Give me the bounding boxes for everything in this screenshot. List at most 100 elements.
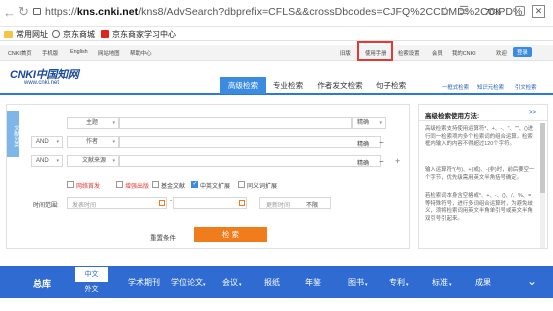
bookmarks-bar: 常用网址 京东商城 京东商家学习中心 [0,27,553,41]
publish-end-date[interactable] [173,197,247,209]
update-time-value: 不限 [306,203,319,209]
bookmark-common-sites[interactable]: 常用网址 [16,29,48,40]
search-input-1[interactable] [119,117,352,129]
category-tab-label: 文献分类 [13,125,19,147]
back-arrow-icon[interactable]: ← [3,5,16,20]
logic-select-2[interactable]: AND ▾ [31,136,63,148]
reload-icon[interactable]: ↻ [18,4,29,20]
add-row-icon[interactable]: + [395,156,400,166]
remove-row-icon[interactable]: − [379,157,384,166]
match-select-2[interactable]: 精确 [357,139,369,148]
match-select-1[interactable]: 精确 ▾ [352,117,386,129]
band-standards[interactable]: 标准 [432,277,448,288]
checkbox-label: 增强出版 [125,184,150,190]
tab-professional-search[interactable]: 专业检索 [268,77,308,94]
expand-chevron-icon[interactable]: ⌄ [527,274,537,288]
help-paragraph-1: 高级检索支持使用运算符*、+、-、''、""、()进行同一检索项内多个检索词的组… [425,126,534,147]
search-button-label: 检 索 [221,230,240,239]
band-yearbooks[interactable]: 年鉴 [305,277,321,288]
tab-sentence-search[interactable]: 句子检索 [370,77,412,94]
tab-advanced-search[interactable]: 高级检索 [220,77,266,94]
jd-logo-icon [101,30,109,38]
field-select-3[interactable]: 文献来源 ▾ [67,155,119,167]
tab-author-search[interactable]: 作者发文检索 [311,77,369,94]
publish-start-date[interactable]: 发表时间 [67,197,167,209]
start-date-placeholder: 发表时间 [72,203,97,209]
chevron-down-icon: ▾ [406,282,409,288]
help-paragraph-3: 若检索词本身含空格或*、+、-、()、/、%、=等特殊符号，进行多词组合运算时，… [425,193,533,222]
search-input-3[interactable] [119,155,381,167]
calendar-icon[interactable] [159,200,165,206]
chevron-down-icon: ▾ [379,120,382,126]
band-books[interactable]: 图书 [348,277,364,288]
star-icon[interactable]: ☆ [440,4,451,18]
reader-icon[interactable]: ☰ [459,4,469,17]
checkbox-online-first[interactable] [67,181,74,188]
nav-sitemap[interactable]: 网站地图 [98,49,120,57]
database-band: 总库 中文 外文 学术期刊 学位论文 ▾ 会议 ▾ 报纸 年鉴 图书 ▾ 专利 … [0,266,553,298]
field-select-1[interactable]: 主题 ▾ [67,117,119,129]
chevron-down-icon: ▾ [203,282,206,288]
search-button[interactable]: 检 索 [194,227,267,242]
lock-icon [33,8,41,15]
nav-search-settings[interactable]: 检索设置 [398,49,420,57]
url-prefix: https:// [45,6,77,18]
search-input-2[interactable] [119,136,381,148]
lang-foreign[interactable]: 外文 [75,282,108,297]
link-knowledge-search[interactable]: 知识元检索 [477,83,504,91]
match-select-label: 精确 [357,120,370,126]
close-icon[interactable]: ✕ [532,5,545,18]
nav-welcome: 欢迎 [496,51,507,57]
zoom-level[interactable]: 70% [485,8,501,17]
band-total-library[interactable]: 总库 [33,277,51,290]
checkbox-enhanced-publish[interactable] [116,181,123,188]
nav-mobile[interactable]: 手机版 [42,49,58,57]
update-time-select[interactable]: 更新时间 不限 [259,197,331,209]
folder-icon [4,31,13,38]
chevron-down-icon: ▾ [112,139,115,145]
category-sidebar-tab[interactable]: 文献分类 [7,111,19,157]
nav-my-cnki[interactable]: 我的CNKI [452,49,476,57]
help-more-link[interactable]: >> [529,110,536,116]
band-conferences[interactable]: 会议 [222,277,238,288]
help-scrollbar-thumb[interactable] [540,123,545,193]
chevron-down-icon: ▾ [365,282,368,288]
lang-chinese[interactable]: 中文 [75,267,108,282]
nav-member[interactable]: 会员 [432,49,443,57]
time-range-label: 时间范围: [33,203,59,209]
field-select-2[interactable]: 作者 ▾ [67,136,119,148]
band-achievements[interactable]: 成果 [475,277,491,288]
calendar-icon[interactable] [239,200,245,206]
band-newspapers[interactable]: 报纸 [264,277,280,288]
link-citation-search[interactable]: 引文检索 [515,83,537,91]
checkbox-synonym-expand[interactable] [238,181,245,188]
address-url[interactable]: https://kns.cnki.net/kns8/AdvSearch?dbpr… [45,6,522,18]
chevron-down-icon: ▾ [449,282,452,288]
nav-help-center[interactable]: 帮助中心 [130,49,152,57]
extension-icon[interactable] [515,6,525,16]
band-dissertations[interactable]: 学位论文 [171,277,203,288]
login-button[interactable]: 登录 [513,47,532,57]
field-select-label: 作者 [86,139,99,145]
checkbox-fund-literature[interactable] [152,181,159,188]
nav-english[interactable]: English [70,49,88,55]
logic-select-label: AND [36,158,49,164]
chevron-down-icon: ▾ [112,158,115,164]
bookmark-jd-mall[interactable]: 京东商城 [63,29,95,40]
band-patents[interactable]: 专利 [389,277,405,288]
nav-cnki-home[interactable]: CNKI首页 [8,49,32,57]
link-single-box-search[interactable]: 一框式检索 [442,83,469,91]
match-select-3[interactable]: 精确 [357,158,369,167]
help-header: 高级检索使用方法: >> [419,105,547,121]
bookmark-jd-learning[interactable]: 京东商家学习中心 [112,29,176,40]
remove-row-icon[interactable]: − [379,138,384,147]
field-select-label: 主题 [86,120,99,126]
band-journals[interactable]: 学术期刊 [128,277,160,288]
highlight-box [357,41,393,61]
logic-select-label: AND [36,139,49,145]
reset-button[interactable]: 重置条件 [150,232,176,242]
nav-old-version[interactable]: 旧版 [340,49,351,57]
logic-select-3[interactable]: AND ▾ [31,155,63,167]
checkbox-label: 中英文扩展 [200,184,231,190]
checkbox-cn-en-expand[interactable] [191,180,198,188]
